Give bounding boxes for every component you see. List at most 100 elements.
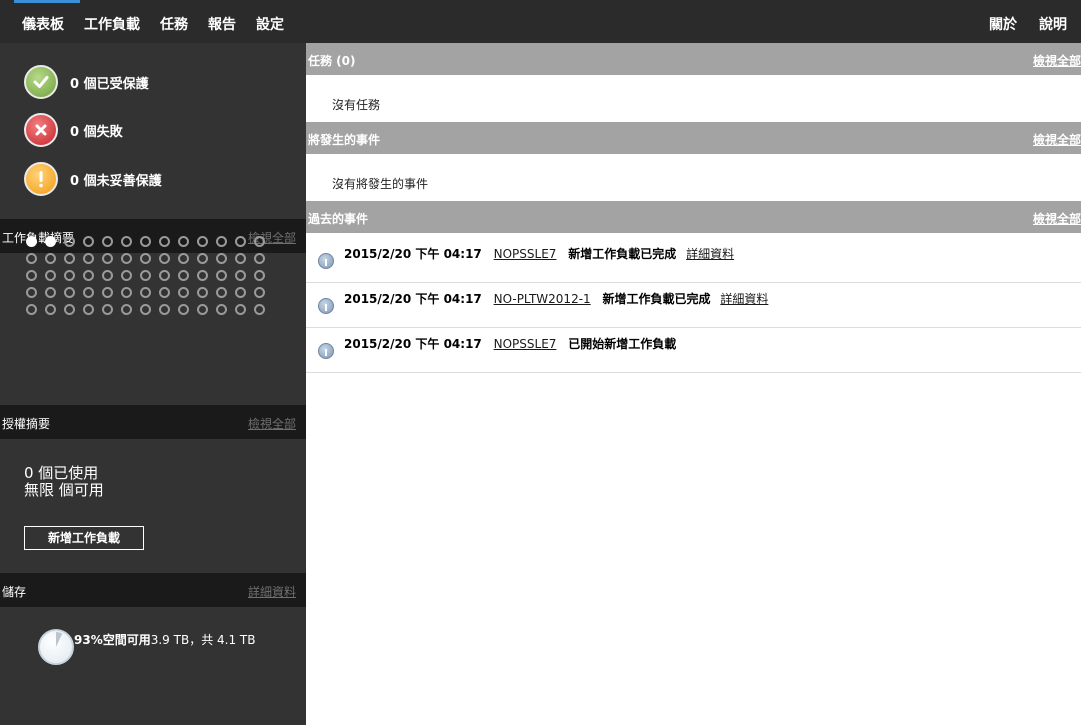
workload-dot[interactable]	[197, 270, 208, 281]
storage-gauge-icon	[38, 629, 74, 665]
workload-dot[interactable]	[178, 287, 189, 298]
workload-dot[interactable]	[178, 236, 189, 247]
tasks-header: 任務 (0) 檢視全部	[306, 43, 1081, 75]
workload-dot[interactable]	[26, 253, 37, 264]
workload-dot[interactable]	[121, 304, 132, 315]
event-machine-link[interactable]: NOPSSLE7	[494, 337, 557, 351]
workload-dot[interactable]	[83, 253, 94, 264]
workload-dot[interactable]	[216, 270, 227, 281]
storage-sizes: 3.9 TB，共 4.1 TB	[150, 633, 256, 647]
workload-dot[interactable]	[102, 270, 113, 281]
workload-dot[interactable]	[64, 304, 75, 315]
event-message: 已開始新增工作負載	[568, 337, 677, 351]
workload-dot[interactable]	[26, 287, 37, 298]
workload-dot[interactable]	[45, 287, 56, 298]
info-icon	[318, 253, 334, 269]
workload-dot[interactable]	[140, 304, 151, 315]
workload-dot[interactable]	[64, 236, 75, 247]
storage-details-link[interactable]: 詳細資料	[248, 583, 296, 600]
error-icon	[24, 113, 58, 147]
add-workload-button[interactable]: 新增工作負載	[24, 526, 144, 550]
workload-dot[interactable]	[197, 253, 208, 264]
workload-dot[interactable]	[45, 270, 56, 281]
workload-dot[interactable]	[121, 287, 132, 298]
storage-used-wedge	[56, 632, 63, 647]
workload-dot[interactable]	[216, 287, 227, 298]
nav-help[interactable]: 說明	[1039, 14, 1067, 34]
failed-count: 0 個失敗	[70, 124, 123, 140]
workload-dot[interactable]	[83, 270, 94, 281]
event-row: 2015/2/20 下午 04:17 NOPSSLE7 新增工作負載已完成 詳細…	[306, 239, 1081, 283]
unprotected-count: 0 個未妥善保護	[70, 173, 162, 189]
workload-dot[interactable]	[45, 236, 56, 247]
workload-dot[interactable]	[235, 236, 246, 247]
workload-dot[interactable]	[102, 236, 113, 247]
workload-dot[interactable]	[178, 253, 189, 264]
workload-dot[interactable]	[26, 236, 37, 247]
event-machine-link[interactable]: NO-PLTW2012-1	[494, 292, 591, 306]
workload-dot[interactable]	[45, 304, 56, 315]
workload-dot[interactable]	[83, 287, 94, 298]
workload-dot[interactable]	[102, 253, 113, 264]
workload-dot[interactable]	[216, 236, 227, 247]
upcoming-events-header: 將發生的事件 檢視全部	[306, 122, 1081, 154]
upcoming-events-view-all[interactable]: 檢視全部	[1033, 131, 1081, 148]
workload-dot[interactable]	[197, 287, 208, 298]
workload-dot[interactable]	[197, 304, 208, 315]
event-machine-link[interactable]: NOPSSLE7	[494, 247, 557, 261]
nav-dashboard[interactable]: 儀表板	[22, 14, 64, 34]
protected-status[interactable]: 0 個已受保護	[24, 65, 149, 99]
tasks-view-all[interactable]: 檢視全部	[1033, 52, 1081, 69]
failed-status[interactable]: 0 個失敗	[24, 113, 123, 147]
workload-dot[interactable]	[102, 287, 113, 298]
nav-tasks[interactable]: 任務	[160, 14, 188, 34]
workload-dot[interactable]	[216, 253, 227, 264]
nav-workloads[interactable]: 工作負載	[84, 14, 140, 34]
nav-settings[interactable]: 設定	[256, 14, 284, 34]
workload-dot[interactable]	[140, 270, 151, 281]
workload-dot[interactable]	[64, 253, 75, 264]
main-panel: 任務 (0) 檢視全部 沒有任務 將發生的事件 檢視全部 沒有將發生的事件 過去…	[306, 43, 1081, 725]
workload-dot[interactable]	[159, 287, 170, 298]
workload-dot[interactable]	[254, 304, 265, 315]
nav-reports[interactable]: 報告	[208, 14, 236, 34]
workload-dot[interactable]	[121, 253, 132, 264]
sidebar: 0 個已受保護 0 個失敗 0 個未妥善保護 工作負載摘要 檢視全部	[0, 43, 306, 725]
workload-dot[interactable]	[45, 253, 56, 264]
workload-dot[interactable]	[159, 270, 170, 281]
workload-dot[interactable]	[140, 236, 151, 247]
workload-dot[interactable]	[197, 236, 208, 247]
workload-dot[interactable]	[121, 270, 132, 281]
workload-dot[interactable]	[26, 270, 37, 281]
workload-dot[interactable]	[254, 287, 265, 298]
workload-dot[interactable]	[254, 270, 265, 281]
workload-dot[interactable]	[159, 236, 170, 247]
workload-dot[interactable]	[140, 287, 151, 298]
workload-dot[interactable]	[254, 253, 265, 264]
event-details-link[interactable]: 詳細資料	[686, 247, 734, 261]
workload-dot[interactable]	[159, 304, 170, 315]
workload-dot[interactable]	[178, 270, 189, 281]
workload-dot[interactable]	[235, 304, 246, 315]
event-time: 2015/2/20 下午 04:17	[344, 292, 482, 306]
workload-dot[interactable]	[235, 287, 246, 298]
workload-dot[interactable]	[26, 304, 37, 315]
license-summary-view-all[interactable]: 檢視全部	[248, 415, 296, 432]
workload-dot[interactable]	[102, 304, 113, 315]
workload-dot[interactable]	[235, 253, 246, 264]
workload-dot[interactable]	[159, 253, 170, 264]
workload-dot[interactable]	[235, 270, 246, 281]
workload-dot[interactable]	[178, 304, 189, 315]
workload-dot[interactable]	[140, 253, 151, 264]
workload-dot[interactable]	[83, 236, 94, 247]
past-events-view-all[interactable]: 檢視全部	[1033, 210, 1081, 227]
workload-dot[interactable]	[216, 304, 227, 315]
unprotected-status[interactable]: 0 個未妥善保護	[24, 162, 162, 196]
nav-about[interactable]: 關於	[989, 14, 1017, 34]
workload-dot[interactable]	[64, 287, 75, 298]
workload-dot[interactable]	[64, 270, 75, 281]
event-details-link[interactable]: 詳細資料	[720, 292, 768, 306]
workload-dot[interactable]	[83, 304, 94, 315]
workload-dot[interactable]	[121, 236, 132, 247]
workload-dot[interactable]	[254, 236, 265, 247]
